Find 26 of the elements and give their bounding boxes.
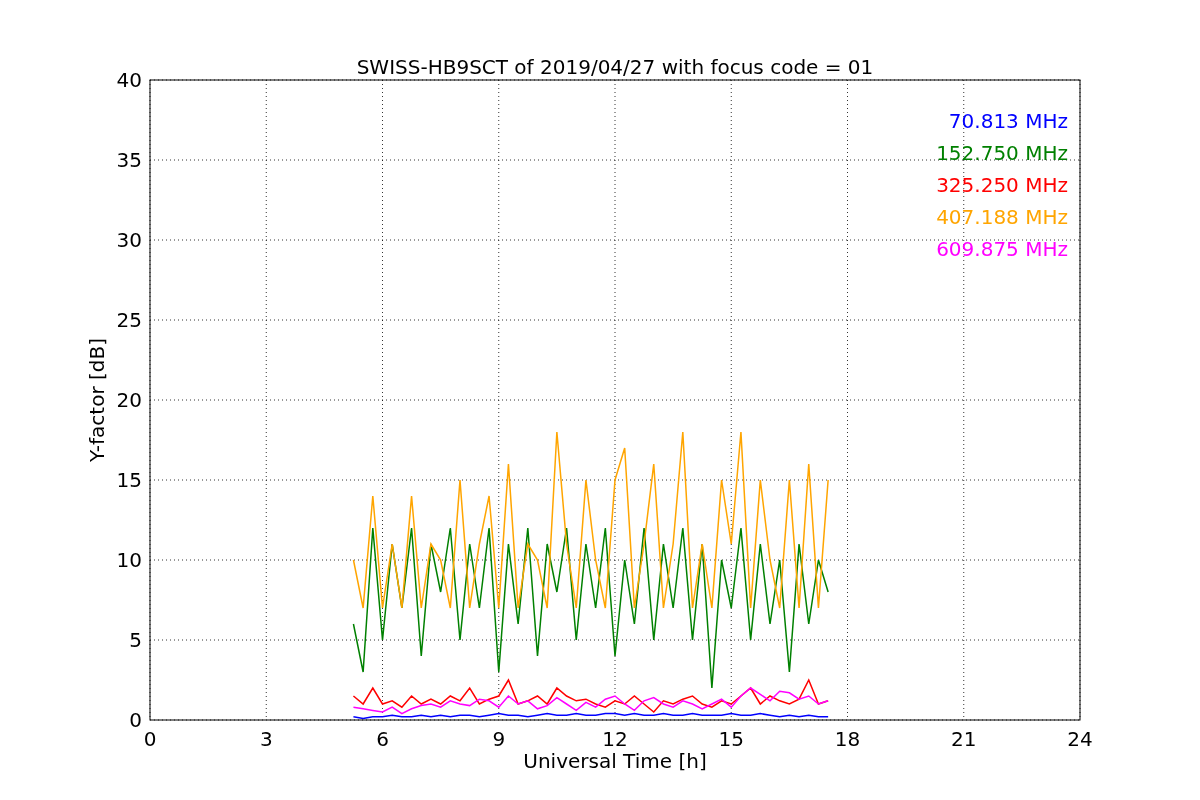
- y-tick-label: 40: [116, 68, 142, 92]
- legend-label: 152.750 MHz: [936, 141, 1068, 165]
- y-tick-label: 20: [116, 388, 142, 412]
- x-tick-label: 18: [834, 727, 861, 751]
- y-tick-label: 15: [116, 468, 142, 492]
- y-tick-label: 10: [116, 548, 142, 572]
- chart-title: SWISS-HB9SCT of 2019/04/27 with focus code = 01: [356, 55, 874, 79]
- y-tick-label: 5: [129, 628, 142, 652]
- legend-label: 609.875 MHz: [936, 237, 1068, 261]
- x-tick-label: 9: [492, 727, 506, 751]
- y-tick-label: 25: [116, 308, 142, 332]
- x-tick-label: 6: [376, 727, 389, 751]
- x-tick-label: 24: [1067, 727, 1093, 751]
- y-tick-label: 30: [116, 228, 142, 252]
- legend-label: 70.813 MHz: [948, 109, 1068, 133]
- y-tick-label: 35: [116, 148, 142, 172]
- x-tick-label: 0: [143, 727, 157, 751]
- x-tick-label: 3: [259, 727, 273, 751]
- legend-label: 325.250 MHz: [936, 173, 1068, 197]
- y-axis-label: Y-factor [dB]: [85, 338, 109, 462]
- legend-label: 407.188 MHz: [936, 205, 1068, 229]
- x-axis-label: Universal Time [h]: [523, 749, 707, 773]
- y-tick-label: 0: [129, 708, 142, 732]
- x-tick-label: 12: [602, 727, 628, 751]
- x-tick-label: 15: [718, 727, 744, 751]
- x-tick-label: 21: [951, 727, 977, 751]
